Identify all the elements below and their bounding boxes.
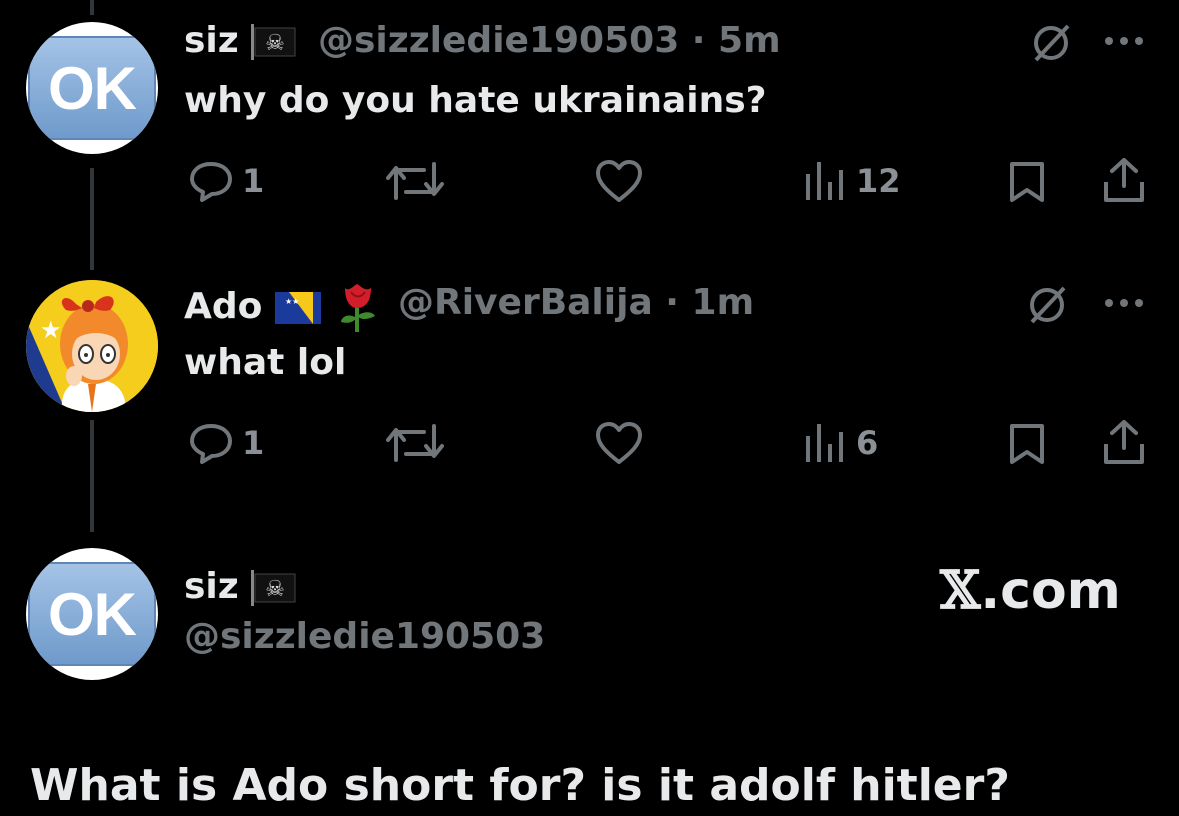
like-button[interactable] xyxy=(594,420,644,466)
grok-icon[interactable] xyxy=(1024,282,1070,328)
share-icon xyxy=(1104,158,1144,202)
thread-line-1 xyxy=(90,168,94,270)
bookmark-button[interactable] xyxy=(1008,160,1046,204)
tweet-1-text: why do you hate ukrainains? xyxy=(184,80,767,121)
ok-emoji-icon: OK xyxy=(28,36,156,140)
reply-icon xyxy=(190,424,232,464)
svg-text:★: ★ xyxy=(40,316,62,344)
pirate-flag-icon: ☠ xyxy=(251,570,296,606)
repost-icon xyxy=(386,424,444,462)
views-count: 6 xyxy=(856,424,879,462)
views-count: 12 xyxy=(856,162,901,200)
reply-count: 1 xyxy=(242,424,265,462)
svg-text:☠: ☠ xyxy=(265,577,285,602)
timestamp: 5m xyxy=(718,20,781,61)
heart-icon xyxy=(596,160,642,202)
share-button[interactable] xyxy=(1102,156,1146,204)
thread-line-2 xyxy=(90,420,94,532)
x-com-watermark: 𝕏.com xyxy=(940,560,1121,621)
tweet-2-text: what lol xyxy=(184,342,347,383)
author-name: Ado xyxy=(184,286,263,327)
views-chart-icon xyxy=(806,424,843,462)
views-button[interactable]: 12 xyxy=(804,160,901,202)
more-options-icon[interactable] xyxy=(1104,298,1144,308)
separator-dot: · xyxy=(665,282,679,323)
focused-author-handle[interactable]: @sizzledie190503 xyxy=(184,616,545,657)
views-chart-icon xyxy=(806,162,843,200)
bookmark-icon xyxy=(1010,162,1044,202)
tweet-1-author[interactable]: siz ☠ xyxy=(184,20,297,61)
pirate-flag-icon: ☠ xyxy=(251,24,296,60)
reply-icon xyxy=(190,162,232,202)
repost-icon xyxy=(386,162,444,200)
avatar-siz[interactable]: OK xyxy=(26,22,158,154)
bookmark-icon xyxy=(1010,424,1044,464)
grok-icon[interactable] xyxy=(1028,20,1074,66)
thread-line-top xyxy=(90,0,94,15)
author-handle: @RiverBalija xyxy=(398,282,653,323)
separator-dot: · xyxy=(691,20,706,61)
repost-button[interactable] xyxy=(386,160,444,202)
reply-button[interactable]: 1 xyxy=(188,422,264,464)
focused-author-name[interactable]: siz ☠ xyxy=(184,566,297,607)
avatar-siz-focused[interactable]: OK xyxy=(26,548,158,680)
tweet-2-meta[interactable]: @RiverBalija · 1m xyxy=(398,282,754,323)
author-handle: @sizzledie190503 xyxy=(318,20,680,61)
x-logo-icon: 𝕏 xyxy=(940,560,981,621)
ok-emoji-icon: OK xyxy=(28,562,156,666)
svg-text:☠: ☠ xyxy=(265,31,285,56)
rose-icon xyxy=(341,284,376,332)
anime-girl-avatar-icon: ★ xyxy=(26,280,158,412)
timestamp: 1m xyxy=(691,282,755,323)
repost-button[interactable] xyxy=(386,422,444,464)
focused-tweet-text: What is Ado short for? is it adolf hitle… xyxy=(30,760,1010,811)
more-options-icon[interactable] xyxy=(1104,36,1144,46)
bookmark-button[interactable] xyxy=(1008,422,1046,466)
reply-count: 1 xyxy=(242,162,265,200)
author-name: siz xyxy=(184,566,239,607)
reply-button[interactable]: 1 xyxy=(188,160,264,202)
like-button[interactable] xyxy=(594,158,644,204)
author-name: siz xyxy=(184,20,239,61)
tweet-2-author[interactable]: Ado ★★ xyxy=(184,282,383,334)
svg-text:★★: ★★ xyxy=(285,297,299,306)
bosnia-flag-icon: ★★ xyxy=(274,292,321,324)
heart-icon xyxy=(596,422,642,464)
views-button[interactable]: 6 xyxy=(804,422,878,464)
share-button[interactable] xyxy=(1102,418,1146,466)
tweet-1-meta[interactable]: @sizzledie190503 · 5m xyxy=(318,20,781,61)
watermark-suffix: .com xyxy=(980,561,1121,621)
share-icon xyxy=(1104,420,1144,464)
avatar-ado[interactable]: ★ xyxy=(26,280,158,412)
